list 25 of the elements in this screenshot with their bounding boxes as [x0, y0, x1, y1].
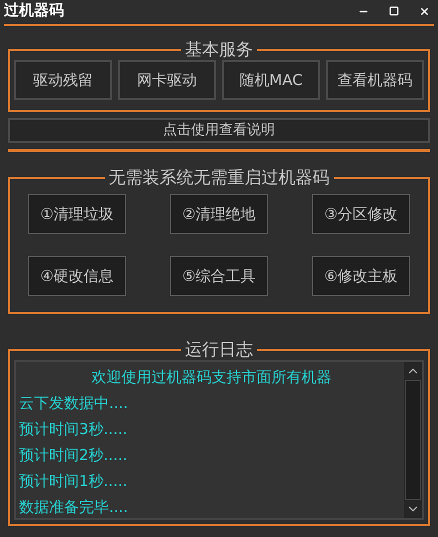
group-title: 运行日志: [184, 340, 254, 360]
tool-button[interactable]: ③分区修改: [312, 194, 410, 234]
service-button[interactable]: 随机MAC: [222, 60, 320, 100]
maximize-icon[interactable]: [389, 6, 399, 16]
tool-button[interactable]: ①清理垃圾: [28, 194, 126, 234]
scroll-thumb[interactable]: [405, 380, 421, 500]
help-button[interactable]: 点击使用查看说明: [8, 118, 430, 143]
tool-button[interactable]: ⑤综合工具: [170, 256, 268, 296]
tool-button[interactable]: ⑥修改主板: [312, 256, 410, 296]
service-button[interactable]: 查看机器码: [326, 60, 424, 100]
tool-button[interactable]: ④硬改信息: [28, 256, 126, 296]
tool-button[interactable]: ②清理绝地: [170, 194, 268, 234]
log-line: 数据准备完毕....: [19, 497, 130, 518]
log-line: 云下发数据中....: [19, 393, 130, 414]
close-icon[interactable]: [419, 6, 430, 17]
log-line: 预计时间3秒.....: [19, 419, 128, 440]
log-line: 欢迎使用过机器码支持市面所有机器: [90, 367, 332, 388]
log-line: 预计时间2秒.....: [19, 445, 128, 466]
window-title: 过机器码: [4, 0, 64, 20]
log-line: 预计时间1秒.....: [19, 471, 128, 492]
group-title: 无需装系统无需重启过机器码: [108, 168, 330, 188]
group-title: 基本服务: [184, 40, 254, 60]
service-button[interactable]: 驱动残留: [14, 60, 112, 100]
service-button[interactable]: 网卡驱动: [118, 60, 216, 100]
scrollbar[interactable]: [404, 362, 422, 518]
